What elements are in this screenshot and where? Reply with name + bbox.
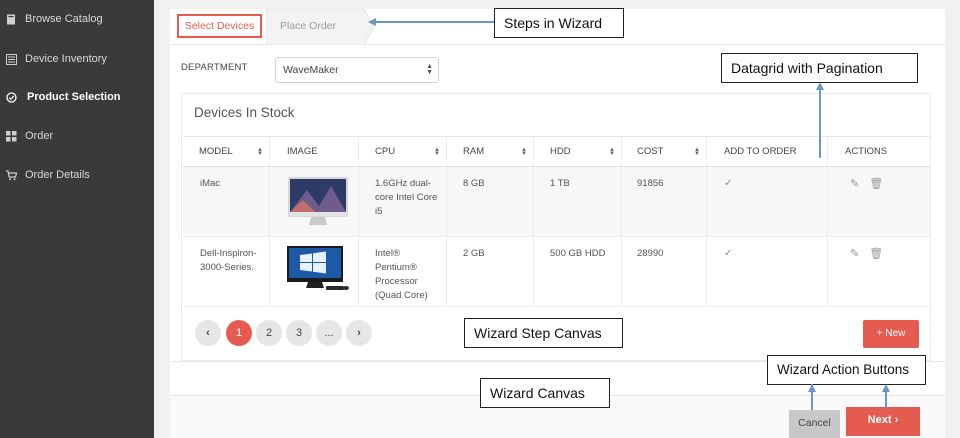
column-header-model[interactable]: MODEL ▲ ▼ <box>183 137 270 167</box>
grid-header: MODEL ▲ ▼ IMAGE CPU ▲ ▼ RAM ▲ ▼ HDD ▲ ▼ COST ▲ ▼ A… <box>183 137 930 167</box>
column-label: ADD TO ORDER <box>724 146 797 157</box>
add-to-order-checkbox[interactable]: ✓ <box>707 237 828 307</box>
page-button-1[interactable]: 1 <box>226 320 252 346</box>
column-header-cost[interactable]: COST ▲ ▼ <box>622 137 707 167</box>
dell-image <box>287 246 349 290</box>
sort-icon: ▲ ▼ <box>609 147 615 157</box>
column-label: ACTIONS <box>845 146 888 157</box>
cart-icon <box>6 169 17 180</box>
cell-ram: 2 GB <box>447 237 534 307</box>
sidebar-item-order-details[interactable]: Order Details <box>0 165 154 185</box>
step-place-order[interactable]: Place Order <box>266 9 376 45</box>
column-label: CPU <box>375 146 396 157</box>
column-label: IMAGE <box>287 146 318 157</box>
step-select-devices[interactable]: Select Devices <box>177 14 262 38</box>
checkbox-check-icon: ✓ <box>724 178 733 189</box>
sidebar-item-order[interactable]: Order <box>0 126 154 146</box>
table-row[interactable]: iMac 1.6GHz dual-core Intel Core i5 8 GB <box>183 167 930 237</box>
datagrid: MODEL ▲ ▼ IMAGE CPU ▲ ▼ RAM ▲ ▼ HDD ▲ ▼ COST ▲ ▼ A… <box>183 136 930 307</box>
cell-model: Dell-Inspiron-3000-Series. <box>183 237 270 307</box>
annotation-wizard-canvas: Wizard Canvas <box>480 378 610 408</box>
imac-image <box>288 177 348 225</box>
column-label: HDD <box>550 146 571 157</box>
delete-icon[interactable]: 🗑 <box>869 248 883 260</box>
column-label: RAM <box>463 146 485 157</box>
device-image-dell <box>270 237 359 307</box>
sort-icon: ▲ ▼ <box>694 147 700 157</box>
book-icon <box>7 14 15 24</box>
cell-hdd: 500 GB HDD <box>534 237 622 307</box>
select-arrows-icon: ▲ ▼ <box>426 63 433 76</box>
cell-ram: 8 GB <box>447 167 534 237</box>
cell-cpu: Intel® Pentium® Processor (Quad Core) <box>359 237 447 307</box>
sidebar-item-label: Device Inventory <box>25 53 107 65</box>
department-select[interactable]: WaveMaker ▲ ▼ <box>275 57 439 83</box>
grid-icon <box>6 130 17 141</box>
sidebar-item-label: Browse Catalog <box>25 13 103 25</box>
cell-model: iMac <box>183 167 270 237</box>
column-header-add-to-order: ADD TO ORDER <box>707 137 828 167</box>
annotation-steps-in-wizard: Steps in Wizard <box>494 8 624 38</box>
column-header-ram[interactable]: RAM ▲ ▼ <box>447 137 534 167</box>
sort-icon: ▲ ▼ <box>257 147 263 157</box>
sidebar-item-browse-catalog[interactable]: Browse Catalog <box>0 9 154 29</box>
edit-icon[interactable]: ✎ <box>850 248 859 260</box>
sort-icon: ▲ ▼ <box>434 147 440 157</box>
sidebar: Browse Catalog Device Inventory Product … <box>0 0 154 438</box>
checkbox-check-icon: ✓ <box>724 248 733 259</box>
column-label: MODEL <box>199 146 233 157</box>
device-image-imac <box>270 167 359 237</box>
annotation-wizard-action-buttons: Wizard Action Buttons <box>767 355 926 385</box>
prev-page-button[interactable]: ‹ <box>195 320 221 346</box>
cancel-button[interactable]: Cancel <box>789 410 840 438</box>
check-circle-icon <box>6 91 17 103</box>
cell-hdd: 1 TB <box>534 167 622 237</box>
list-icon <box>6 53 17 65</box>
page-button-2[interactable]: 2 <box>256 320 282 346</box>
column-header-cpu[interactable]: CPU ▲ ▼ <box>359 137 447 167</box>
sidebar-item-label: Order Details <box>25 169 90 181</box>
add-to-order-checkbox[interactable]: ✓ <box>707 167 828 237</box>
annotation-datagrid-with-pagination: Datagrid with Pagination <box>721 53 918 83</box>
column-header-image: IMAGE <box>270 137 359 167</box>
page-button-3[interactable]: 3 <box>286 320 312 346</box>
sidebar-item-label: Order <box>25 130 54 142</box>
cell-actions: ✎ 🗑 <box>828 167 930 237</box>
edit-icon[interactable]: ✎ <box>850 178 859 190</box>
new-button[interactable]: + New <box>863 320 919 348</box>
page-ellipsis-button[interactable]: ... <box>316 320 342 346</box>
cell-actions: ✎ 🗑 <box>828 237 930 307</box>
panel-title: Devices In Stock <box>194 105 295 120</box>
delete-icon[interactable]: 🗑 <box>869 178 883 190</box>
column-header-actions: ACTIONS <box>828 137 930 167</box>
column-label: COST <box>637 146 664 157</box>
sort-icon: ▲ ▼ <box>521 147 527 157</box>
sidebar-item-product-selection[interactable]: Product Selection <box>0 87 154 107</box>
step-label: Place Order <box>280 20 337 32</box>
annotation-wizard-step-canvas: Wizard Step Canvas <box>464 318 623 348</box>
next-page-button[interactable]: › <box>346 320 372 346</box>
cell-cpu: 1.6GHz dual-core Intel Core i5 <box>359 167 447 237</box>
cell-cost: 91856 <box>622 167 707 237</box>
department-label: DEPARTMENT <box>181 62 248 73</box>
column-header-hdd[interactable]: HDD ▲ ▼ <box>534 137 622 167</box>
sidebar-item-label: Product Selection <box>27 91 121 103</box>
next-button[interactable]: Next › <box>846 407 920 436</box>
sidebar-item-device-inventory[interactable]: Device Inventory <box>0 49 154 69</box>
table-row[interactable]: Dell-Inspiron-3000-Series. Intel® Pentiu… <box>183 237 930 307</box>
department-value: WaveMaker <box>283 64 339 76</box>
cell-cost: 28990 <box>622 237 707 307</box>
